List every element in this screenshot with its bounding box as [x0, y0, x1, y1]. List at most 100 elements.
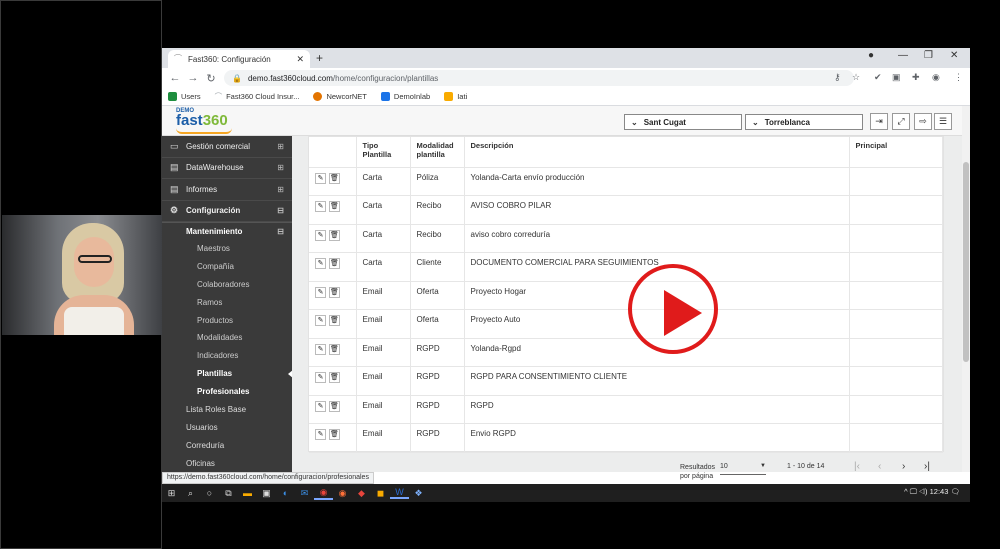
edit-icon[interactable]: ✎	[315, 286, 326, 298]
sidebar-item-plantillas[interactable]: Plantillas	[162, 365, 292, 383]
tipo-header[interactable]: Tipo Plantilla	[356, 137, 411, 168]
table-row[interactable]: ✎ 🗑 Email RGPD Yolanda-Rgpd	[309, 338, 943, 367]
edit-icon[interactable]: ✎	[315, 229, 326, 241]
table-row[interactable]: ✎ 🗑 Carta Póliza Yolanda-Carta envío producc…	[309, 167, 943, 196]
office-select[interactable]: ⌄ Sant Cugat	[624, 114, 742, 130]
descripcion-header[interactable]: Descripción	[464, 137, 850, 168]
bookmark-iati[interactable]: Iati	[444, 92, 467, 101]
firefox-icon[interactable]: ◉	[333, 488, 352, 499]
user-select[interactable]: ⌄ Torreblanca	[745, 114, 863, 130]
close-tab-icon[interactable]: ✕	[296, 54, 304, 65]
edit-icon[interactable]: ✎	[315, 372, 326, 383]
delete-icon[interactable]: 🗑	[329, 400, 340, 412]
table-row[interactable]: ✎ 🗑 Carta Cliente DOCUMENTO COMERCIAL PARA S…	[309, 252, 943, 282]
delete-icon[interactable]: 🗑	[329, 343, 340, 355]
back-icon[interactable]: ←	[166, 72, 184, 84]
sidebar-item-lista-roles-base[interactable]: Lista Roles Base	[162, 400, 292, 418]
edit-icon[interactable]: ✎	[315, 172, 326, 184]
bookmark-demoinlab[interactable]: DemoInlab	[380, 92, 430, 101]
task-view-icon[interactable]: ⧉	[219, 488, 238, 499]
principal-header[interactable]: Principal	[849, 137, 943, 168]
minimize-icon[interactable]: —	[898, 50, 908, 61]
restore-icon[interactable]: ❐	[924, 50, 933, 61]
sidebar-item-informes[interactable]: ▤ Informes ⊞	[162, 179, 292, 201]
sidebar-item-ramos[interactable]: Ramos	[162, 293, 292, 311]
key-icon[interactable]: ⚷	[834, 72, 841, 83]
sidebar-item-configuracion[interactable]: ⚙ Configuración ⊟	[162, 201, 292, 222]
edit-icon[interactable]: ✎	[315, 258, 326, 269]
page-scrollbar[interactable]	[962, 106, 970, 472]
edit-icon[interactable]: ✎	[315, 400, 326, 412]
clock[interactable]: 12:43	[930, 487, 949, 496]
app-icon[interactable]: ◼	[371, 488, 390, 499]
forward-icon[interactable]: →	[184, 72, 202, 84]
modalidad-header[interactable]: Modalidad plantilla	[410, 137, 465, 168]
per-page-select[interactable]: 10 ▼	[720, 463, 766, 475]
star-icon[interactable]: ☆	[852, 72, 860, 83]
next-page-icon[interactable]: ›	[902, 461, 905, 472]
delete-icon[interactable]: 🗑	[329, 229, 340, 241]
profile-icon[interactable]: ●	[868, 50, 874, 61]
table-row[interactable]: ✎ 🗑 Email RGPD Envio RGPD	[309, 423, 943, 453]
fast360-logo[interactable]: DEMO fast360	[176, 108, 232, 134]
browser-tab[interactable]: ⌒ Fast360: Configuración ✕	[168, 50, 310, 68]
sidebar-item-indicadores[interactable]: Indicadores	[162, 347, 292, 365]
menu-dots-icon[interactable]: ⋮	[954, 72, 963, 83]
delete-icon[interactable]: 🗑	[329, 201, 340, 212]
delete-icon[interactable]: 🗑	[329, 315, 340, 326]
store-icon[interactable]: ▣	[257, 488, 276, 499]
table-row[interactable]: ✎ 🗑 Email RGPD RGPD	[309, 395, 943, 424]
app-icon[interactable]: ◆	[352, 488, 371, 499]
edge-icon[interactable]: ◐	[276, 488, 295, 498]
table-row[interactable]: ✎ 🗑 Carta Recibo AVISO COBRO PILAR	[309, 195, 943, 225]
menu-button[interactable]: ☰	[934, 113, 952, 130]
login-button[interactable]: ⇥	[870, 113, 888, 130]
sidebar-item-usuarios[interactable]: Usuarios	[162, 418, 292, 436]
delete-icon[interactable]: 🗑	[329, 258, 340, 269]
edit-icon[interactable]: ✎	[315, 315, 326, 326]
mail-icon[interactable]: ✉	[295, 488, 314, 499]
bookmark-newcornet[interactable]: NewcorNET	[313, 92, 367, 101]
bookmark-users[interactable]: Users	[168, 92, 201, 101]
fullscreen-button[interactable]: ⤢	[892, 113, 910, 130]
chrome-icon[interactable]: ◉	[314, 487, 333, 500]
sidebar-item-compania[interactable]: Compañía	[162, 258, 292, 276]
puzzle-icon[interactable]: ✚	[912, 72, 920, 83]
extension-check-icon[interactable]: ✔	[874, 72, 882, 83]
table-row[interactable]: ✎ 🗑 Email RGPD RGPD PARA CONSENTIMIENTO CLIE…	[309, 366, 943, 396]
play-button[interactable]	[628, 264, 718, 354]
app-icon[interactable]: ❖	[409, 488, 428, 499]
last-page-icon[interactable]: ›|	[924, 461, 930, 472]
sidebar-item-oficinas[interactable]: Oficinas	[162, 454, 292, 472]
table-row[interactable]: ✎ 🗑 Carta Recibo aviso cobro correduría	[309, 224, 943, 253]
prev-page-icon[interactable]: ‹	[878, 461, 881, 472]
sidebar-item-mantenimiento[interactable]: Mantenimiento ⊟	[162, 222, 292, 240]
file-explorer-icon[interactable]: ▬	[238, 488, 257, 498]
edit-icon[interactable]: ✎	[315, 343, 326, 355]
account-icon[interactable]: ◉	[932, 72, 940, 83]
edit-icon[interactable]: ✎	[315, 201, 326, 212]
new-tab-button[interactable]: +	[316, 51, 323, 65]
reload-icon[interactable]: ↻	[202, 72, 220, 85]
delete-icon[interactable]: 🗑	[329, 172, 340, 184]
delete-icon[interactable]: 🗑	[329, 372, 340, 383]
cortana-icon[interactable]: ○	[200, 488, 219, 498]
url-bar[interactable]: 🔒 demo.fast360cloud.com/home/configuraci…	[224, 70, 854, 86]
sidebar-item-modalidades[interactable]: Modalidades	[162, 329, 292, 347]
table-row[interactable]: ✎ 🗑 Email Oferta Proyecto Hogar	[309, 281, 943, 310]
first-page-icon[interactable]: |‹	[854, 461, 860, 472]
word-icon[interactable]: W	[390, 487, 409, 499]
edit-icon[interactable]: ✎	[315, 429, 326, 440]
sidebar-item-gestion-comercial[interactable]: ▭ Gestión comercial ⊞	[162, 136, 292, 158]
delete-icon[interactable]: 🗑	[329, 429, 340, 440]
logout-button[interactable]: ⇨	[914, 113, 932, 130]
sidebar-item-correduria[interactable]: Correduría	[162, 436, 292, 454]
sidebar-item-productos[interactable]: Productos	[162, 311, 292, 329]
sidebar-item-profesionales[interactable]: Profesionales	[162, 382, 292, 400]
extension-icon[interactable]: ▣	[892, 72, 901, 83]
bookmark-fast360[interactable]: ⌒ Fast360 Cloud Insur...	[215, 91, 300, 102]
delete-icon[interactable]: 🗑	[329, 286, 340, 298]
scrollbar-thumb[interactable]	[963, 162, 969, 362]
sidebar-item-colaboradores[interactable]: Colaboradores	[162, 276, 292, 294]
table-row[interactable]: ✎ 🗑 Email Oferta Proyecto Auto	[309, 309, 943, 339]
